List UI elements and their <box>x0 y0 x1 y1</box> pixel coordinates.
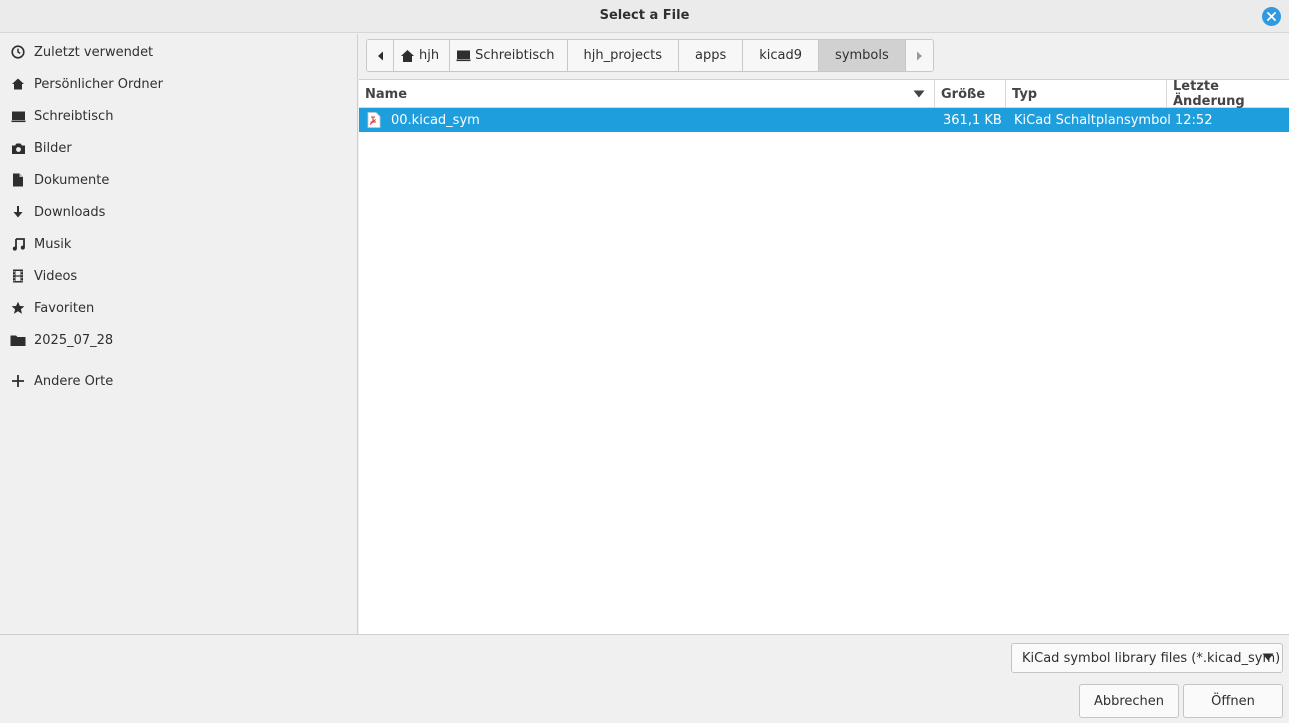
table-row[interactable]: 00.kicad_sym 361,1 KB KiCad Schaltplansy… <box>359 108 1289 132</box>
file-icon <box>367 108 381 132</box>
sidebar-item-label: Zuletzt verwendet <box>34 44 154 60</box>
path-segment-label: hjh_projects <box>583 48 663 63</box>
path-segment-hjh-projects[interactable]: hjh_projects <box>567 40 680 71</box>
sidebar-item-label: Downloads <box>34 204 106 220</box>
path-segment-desktop[interactable]: Schreibtisch <box>450 40 568 71</box>
file-filter-value: KiCad symbol library files (*.kicad_sym) <box>1022 650 1281 666</box>
sort-down-icon <box>913 90 925 98</box>
file-list-header: Name Größe Typ Letzte Änderung <box>359 79 1289 109</box>
desktop-icon <box>10 108 26 124</box>
sidebar-item-favorites[interactable]: Favoriten <box>0 294 357 322</box>
dialog-footer: KiCad symbol library files (*.kicad_sym)… <box>0 634 1289 723</box>
column-header-name[interactable]: Name <box>359 80 935 108</box>
sidebar-item-videos[interactable]: Videos <box>0 262 357 290</box>
path-segment-label: apps <box>695 48 727 63</box>
desktop-icon <box>456 49 471 62</box>
sidebar-item-folder[interactable]: 2025_07_28 <box>0 326 357 354</box>
column-header-modified[interactable]: Letzte Änderung <box>1167 79 1289 109</box>
sidebar-item-documents[interactable]: Dokumente <box>0 166 357 194</box>
sidebar-item-label: Favoriten <box>34 300 95 316</box>
music-icon <box>10 236 26 252</box>
chevron-right-icon <box>916 51 922 60</box>
sidebar-item-label: Musik <box>34 236 72 252</box>
sidebar-item-label: Videos <box>34 268 78 284</box>
sidebar-item-label: Bilder <box>34 140 72 156</box>
sidebar-item-label: Andere Orte <box>34 373 114 389</box>
path-forward-button[interactable] <box>905 40 933 71</box>
sidebar-item-pictures[interactable]: Bilder <box>0 134 357 162</box>
file-size: 361,1 KB <box>943 112 1002 128</box>
sidebar-item-downloads[interactable]: Downloads <box>0 198 357 226</box>
chevron-left-icon <box>377 51 383 60</box>
sidebar-item-music[interactable]: Musik <box>0 230 357 258</box>
open-button[interactable]: Öffnen <box>1183 684 1283 718</box>
path-bar: hjh Schreibtisch hjh_projects apps kicad… <box>366 39 934 72</box>
places-sidebar: Zuletzt verwendet Persönlicher Ordner Sc… <box>0 34 358 634</box>
path-segment-home[interactable]: hjh <box>394 40 451 71</box>
path-back-button[interactable] <box>367 40 394 71</box>
file-list: Name Größe Typ Letzte Änderung 00.kicad_… <box>359 79 1289 634</box>
plus-icon <box>10 373 26 389</box>
sidebar-item-desktop[interactable]: Schreibtisch <box>0 102 357 130</box>
sidebar-item-home[interactable]: Persönlicher Ordner <box>0 70 357 98</box>
film-icon <box>10 268 26 284</box>
file-name: 00.kicad_sym <box>391 112 480 128</box>
column-header-size[interactable]: Größe <box>935 80 1006 108</box>
path-segment-label: symbols <box>835 48 889 63</box>
file-filter-select[interactable]: KiCad symbol library files (*.kicad_sym) <box>1011 643 1283 673</box>
path-segment-label: hjh <box>419 48 440 63</box>
star-icon <box>10 300 26 316</box>
clock-icon <box>10 44 26 60</box>
document-icon <box>10 172 26 188</box>
chevron-down-icon <box>1262 653 1274 661</box>
path-segment-symbols[interactable]: symbols <box>819 40 906 71</box>
path-segment-label: kicad9 <box>759 48 803 63</box>
sidebar-item-label: 2025_07_28 <box>34 332 114 348</box>
sidebar-item-other-locations[interactable]: Andere Orte <box>0 367 357 395</box>
file-modified: 12:52 <box>1175 112 1213 128</box>
title-bar: Select a File <box>0 0 1289 33</box>
window-title: Select a File <box>599 8 690 23</box>
sidebar-item-label: Persönlicher Ordner <box>34 76 163 92</box>
sidebar-item-label: Schreibtisch <box>34 108 114 124</box>
path-segment-kicad9[interactable]: kicad9 <box>743 40 820 71</box>
column-header-label: Größe <box>941 86 986 102</box>
close-icon <box>1267 12 1276 21</box>
folder-icon <box>10 332 26 348</box>
column-header-label: Typ <box>1012 86 1038 102</box>
column-header-label: Letzte Änderung <box>1173 79 1245 109</box>
home-icon <box>10 76 26 92</box>
column-header-type[interactable]: Typ <box>1006 80 1167 108</box>
camera-icon <box>10 140 26 156</box>
cancel-button[interactable]: Abbrechen <box>1079 684 1179 718</box>
path-segment-apps[interactable]: apps <box>679 40 744 71</box>
column-header-label: Name <box>365 86 408 102</box>
sidebar-item-recent[interactable]: Zuletzt verwendet <box>0 38 357 66</box>
file-type: KiCad Schaltplansymbol <box>1014 112 1171 128</box>
path-segment-label: Schreibtisch <box>475 48 555 63</box>
download-icon <box>10 204 26 220</box>
home-icon <box>400 49 415 63</box>
sidebar-item-label: Dokumente <box>34 172 110 188</box>
close-button[interactable] <box>1262 7 1281 26</box>
